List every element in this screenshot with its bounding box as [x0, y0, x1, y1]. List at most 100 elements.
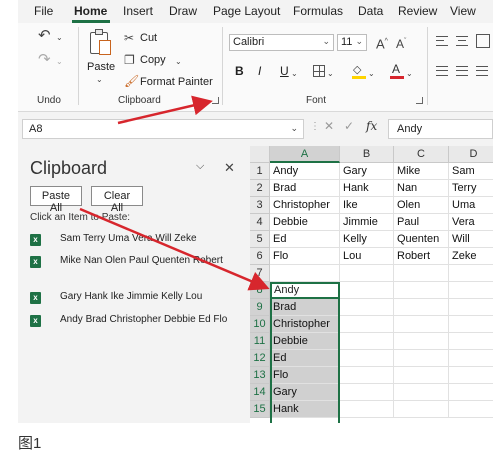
cell-d3[interactable]: Uma — [449, 197, 493, 214]
fill-color-icon[interactable]: ◇ — [352, 63, 366, 79]
cell-b5[interactable]: Kelly — [340, 231, 394, 248]
cell-a5[interactable]: Ed — [270, 231, 340, 248]
align-left-icon[interactable] — [436, 66, 448, 76]
cell-b14[interactable] — [340, 384, 394, 401]
font-dialog-launcher[interactable] — [416, 97, 423, 104]
cell-b3[interactable]: Ike — [340, 197, 394, 214]
cell-d9[interactable] — [449, 299, 493, 316]
select-all-corner[interactable] — [250, 146, 270, 163]
underline-dropdown-icon[interactable]: ⌄ — [291, 67, 298, 81]
borders-dropdown-icon[interactable]: ⌄ — [327, 67, 334, 81]
cell-d15[interactable] — [449, 401, 493, 418]
name-box[interactable]: A8 ⌄ — [22, 119, 304, 139]
cell-c4[interactable]: Paul — [394, 214, 449, 231]
redo-dropdown-icon[interactable]: ⌄ — [56, 55, 63, 69]
row-header-5[interactable]: 5 — [250, 231, 270, 248]
cell-c2[interactable]: Nan — [394, 180, 449, 197]
align-top-left-icon[interactable] — [436, 36, 448, 46]
row-header-12[interactable]: 12 — [250, 350, 270, 367]
cell-c10[interactable] — [394, 316, 449, 333]
row-header-7[interactable]: 7 — [250, 265, 270, 282]
copy-button[interactable]: Copy — [140, 54, 166, 66]
italic-button[interactable]: I — [258, 64, 261, 78]
cell-d7[interactable] — [449, 265, 493, 282]
cell-c12[interactable] — [394, 350, 449, 367]
close-icon[interactable]: ✕ — [224, 160, 235, 176]
align-top-center-icon[interactable] — [456, 36, 468, 46]
cell-c1[interactable]: Mike — [394, 163, 449, 180]
formula-input[interactable]: Andy — [388, 119, 493, 139]
cell-c7[interactable] — [394, 265, 449, 282]
more-options-icon[interactable]: ⋮ — [310, 121, 320, 132]
clear-all-button[interactable]: Clear All — [91, 186, 143, 214]
paste-all-button[interactable]: Paste All — [30, 186, 82, 214]
cell-c3[interactable]: Olen — [394, 197, 449, 214]
cell-c11[interactable] — [394, 333, 449, 350]
cell-d6[interactable]: Zeke — [449, 248, 493, 265]
cell-c14[interactable] — [394, 384, 449, 401]
row-header-2[interactable]: 2 — [250, 180, 270, 197]
cut-button[interactable]: Cut — [140, 32, 157, 44]
cell-c6[interactable]: Robert — [394, 248, 449, 265]
paste-icon[interactable] — [90, 29, 112, 55]
row-header-15[interactable]: 15 — [250, 401, 270, 418]
column-header-d[interactable]: D — [449, 146, 493, 163]
fill-color-dropdown-icon[interactable]: ⌄ — [368, 67, 375, 81]
paste-button[interactable]: Paste — [87, 61, 115, 73]
increase-font-icon[interactable]: A^ — [376, 35, 388, 51]
cell-d1[interactable]: Sam — [449, 163, 493, 180]
row-header-13[interactable]: 13 — [250, 367, 270, 384]
cell-d4[interactable]: Vera — [449, 214, 493, 231]
row-header-4[interactable]: 4 — [250, 214, 270, 231]
cell-c5[interactable]: Quenten — [394, 231, 449, 248]
align-right-icon[interactable] — [476, 66, 488, 76]
cell-a7[interactable] — [270, 265, 340, 282]
redo-icon[interactable]: ↷ — [38, 52, 51, 67]
column-header-a[interactable]: A — [270, 146, 340, 163]
align-top-right-icon[interactable] — [476, 34, 490, 48]
cell-b9[interactable] — [340, 299, 394, 316]
menu-home[interactable]: Home — [74, 4, 107, 18]
cell-c13[interactable] — [394, 367, 449, 384]
cell-b6[interactable]: Lou — [340, 248, 394, 265]
cell-b11[interactable] — [340, 333, 394, 350]
cell-d2[interactable]: Terry — [449, 180, 493, 197]
cell-b15[interactable] — [340, 401, 394, 418]
underline-button[interactable]: U — [280, 64, 289, 78]
menu-draw[interactable]: Draw — [169, 4, 197, 18]
cell-d10[interactable] — [449, 316, 493, 333]
menu-formulas[interactable]: Formulas — [293, 4, 343, 18]
row-header-3[interactable]: 3 — [250, 197, 270, 214]
font-color-icon[interactable]: A — [390, 62, 404, 79]
cell-a2[interactable]: Brad — [270, 180, 340, 197]
active-cell-a8[interactable]: Andy — [270, 282, 340, 299]
font-size-select[interactable]: 11 ⌄ — [337, 34, 367, 51]
cell-b13[interactable] — [340, 367, 394, 384]
cell-c15[interactable] — [394, 401, 449, 418]
pane-options-icon[interactable]: ⌵ — [196, 160, 204, 173]
font-color-dropdown-icon[interactable]: ⌄ — [406, 67, 413, 81]
copy-dropdown-icon[interactable]: ⌄ — [175, 55, 182, 69]
cell-b7[interactable] — [340, 265, 394, 282]
row-header-9[interactable]: 9 — [250, 299, 270, 316]
bold-button[interactable]: B — [235, 64, 244, 78]
cancel-icon[interactable]: ✕ — [324, 119, 334, 133]
menu-page-layout[interactable]: Page Layout — [213, 4, 280, 18]
menu-review[interactable]: Review — [398, 4, 437, 18]
font-name-select[interactable]: Calibri ⌄ — [229, 34, 334, 51]
undo-icon[interactable]: ↶ — [38, 28, 51, 43]
cell-b2[interactable]: Hank — [340, 180, 394, 197]
decrease-font-icon[interactable]: Aˇ — [396, 35, 406, 51]
menu-view[interactable]: View — [450, 4, 476, 18]
align-center-icon[interactable] — [456, 66, 468, 76]
cell-d8[interactable] — [449, 282, 493, 299]
column-header-b[interactable]: B — [340, 146, 394, 163]
menu-insert[interactable]: Insert — [123, 4, 153, 18]
cell-d13[interactable] — [449, 367, 493, 384]
cell-d11[interactable] — [449, 333, 493, 350]
cell-a1[interactable]: Andy — [270, 163, 340, 180]
cell-a3[interactable]: Christopher — [270, 197, 340, 214]
cell-c8[interactable] — [394, 282, 449, 299]
enter-icon[interactable]: ✓ — [344, 119, 354, 133]
cell-b8[interactable] — [340, 282, 394, 299]
